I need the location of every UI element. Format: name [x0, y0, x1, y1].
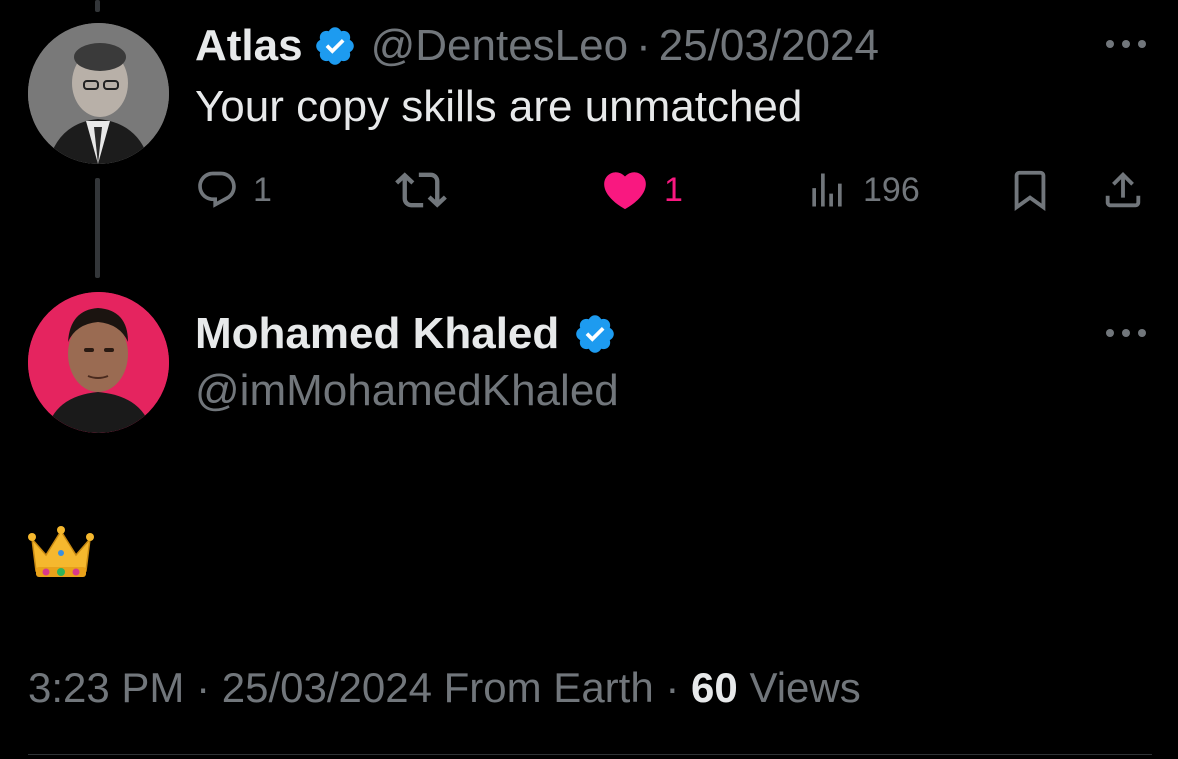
bookmark-button[interactable] [1007, 160, 1053, 220]
avatar-mohamed-khaled-image [28, 292, 169, 433]
reply-count: 1 [253, 170, 272, 209]
verified-badge-icon [313, 24, 357, 68]
more-icon[interactable] [1106, 38, 1146, 50]
tweet-meta: 3:23 PM · 25/03/2024 From Earth · 60 Vie… [28, 664, 861, 712]
share-button[interactable] [1100, 160, 1146, 220]
tweet-date[interactable]: 25/03/2024 [222, 664, 432, 711]
views-label: Views [749, 664, 861, 711]
separator-dot: · [196, 664, 211, 711]
separator-dot: · [636, 21, 651, 70]
like-count: 1 [664, 170, 683, 209]
divider [28, 754, 1152, 755]
author-handle[interactable]: @imMohamedKhaled [195, 366, 619, 416]
bookmark-icon [1014, 170, 1046, 211]
thread-line-top [95, 0, 100, 12]
views-count[interactable]: 60 [691, 664, 738, 711]
tweet-header-atlas: Atlas @DentesLeo · 25/03/2024 [195, 18, 879, 74]
views-button[interactable]: 196 [805, 160, 920, 220]
tweet-time[interactable]: 3:23 PM [28, 664, 184, 711]
views-count: 196 [863, 170, 920, 209]
avatar-atlas[interactable] [28, 23, 169, 164]
reply-button[interactable]: 1 [195, 160, 272, 220]
heart-icon [604, 172, 646, 210]
separator-dot: · [665, 664, 680, 711]
tweet-date[interactable]: 25/03/2024 [659, 21, 879, 71]
like-button[interactable]: 1 [600, 160, 683, 220]
retweet-icon [395, 172, 447, 208]
tweet-text: Your copy skills are unmatched [195, 82, 803, 131]
author-name[interactable]: Atlas [195, 21, 303, 71]
tweet-actions: 1 1 196 [195, 160, 1155, 220]
author-name[interactable]: Mohamed Khaled [195, 309, 559, 359]
author-handle[interactable]: @DentesLeo [371, 21, 629, 71]
tweet-header-mohamed-khaled: Mohamed Khaled [195, 306, 617, 362]
views-icon [812, 173, 842, 207]
avatar-atlas-image [28, 23, 169, 164]
crown-emoji-icon [28, 525, 94, 581]
more-icon[interactable] [1106, 327, 1146, 339]
retweet-button[interactable] [395, 160, 447, 220]
verified-badge-icon [573, 312, 617, 356]
reply-icon [198, 171, 236, 208]
tweet-source: From Earth [443, 664, 654, 711]
thread-line-connector [95, 178, 100, 278]
avatar-mohamed-khaled[interactable] [28, 292, 169, 433]
share-icon [1105, 171, 1141, 208]
